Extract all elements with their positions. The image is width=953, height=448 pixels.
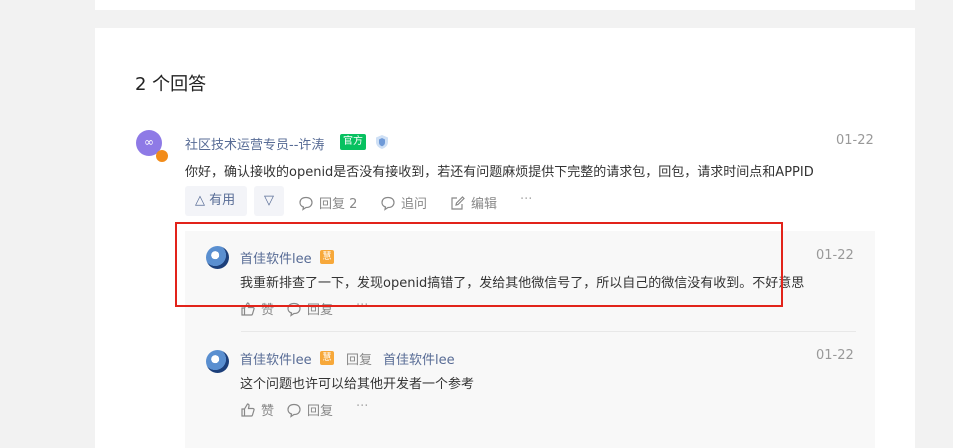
previous-card — [95, 0, 915, 10]
avatar[interactable]: ∞ — [136, 130, 168, 162]
edit-label: 编辑 — [471, 197, 498, 212]
thumbs-up-icon — [241, 402, 255, 417]
reply-button[interactable]: 回复 2 — [298, 193, 357, 212]
reply-author[interactable]: 首佳软件lee — [240, 349, 312, 368]
answers-count-title: 2 个回答 — [135, 74, 207, 95]
official-badge: 官方 — [340, 134, 366, 150]
level-badge: 慧 — [320, 351, 334, 365]
like-button[interactable]: 赞 — [240, 400, 274, 419]
like-label: 赞 — [261, 404, 275, 419]
answer-content: 你好，确认接收的openid是否没有接收到，若还有问题麻烦提供下完整的请求包，回… — [185, 165, 814, 180]
reply-date: 01-22 — [816, 348, 854, 363]
answer-date: 01-22 — [836, 133, 874, 148]
comment-icon — [299, 196, 313, 211]
reply-count-label: 回复 2 — [319, 197, 358, 212]
avatar[interactable] — [206, 350, 229, 373]
miniprogram-icon: ∞ — [144, 135, 154, 149]
followup-label: 追问 — [401, 197, 428, 212]
reply-button[interactable]: 回复 — [286, 400, 333, 419]
triangle-down-icon: ▽ — [264, 193, 274, 208]
more-button[interactable]: ··· — [520, 192, 532, 207]
answer-author[interactable]: 社区技术运营专员--许涛 — [185, 134, 324, 153]
triangle-up-icon: △ — [195, 193, 205, 208]
reply-target-author[interactable]: 首佳软件lee — [383, 349, 455, 368]
edit-icon — [451, 195, 465, 210]
useful-button[interactable]: △ 有用 — [185, 186, 247, 216]
reply-date: 01-22 — [816, 248, 854, 263]
avatar-dot — [156, 150, 168, 162]
more-icon: ··· — [520, 192, 533, 207]
useless-button[interactable]: ▽ — [254, 186, 284, 216]
comment-icon — [381, 196, 395, 211]
reply-label: 回复 — [307, 404, 334, 419]
reply-content: 这个问题也许可以给其他开发者一个参考 — [240, 377, 475, 392]
highlight-box — [175, 222, 783, 307]
shield-icon — [376, 135, 388, 149]
followup-button[interactable]: 追问 — [380, 193, 427, 212]
more-button[interactable]: ··· — [356, 399, 368, 414]
more-icon: ··· — [356, 399, 369, 414]
reply-word: 回复 — [346, 353, 373, 368]
comment-icon — [287, 403, 301, 418]
divider — [241, 331, 856, 332]
edit-button[interactable]: 编辑 — [450, 193, 497, 212]
useful-label: 有用 — [209, 193, 236, 208]
